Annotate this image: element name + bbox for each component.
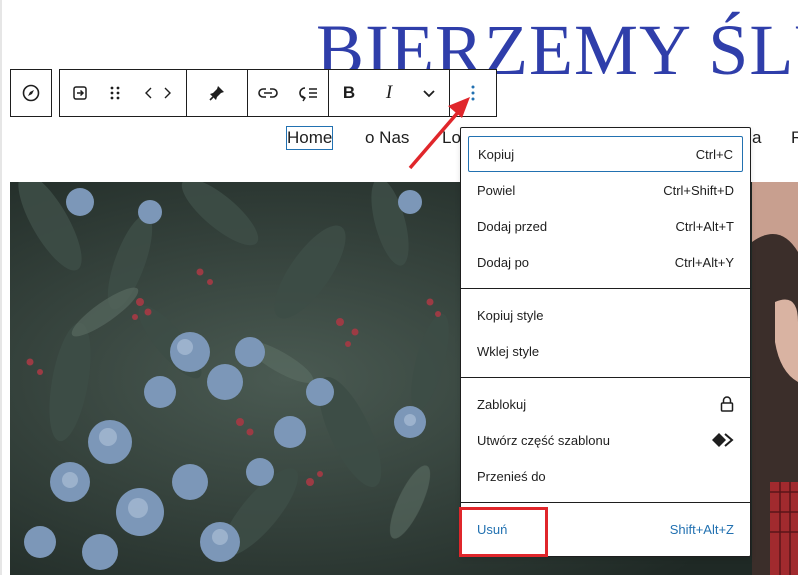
toolbar-group-links xyxy=(247,69,329,117)
pin-button[interactable] xyxy=(187,70,247,116)
menu-item-kopiuj[interactable]: Kopiuj Ctrl+C xyxy=(468,136,743,172)
move-buttons[interactable] xyxy=(130,70,186,116)
compass-button[interactable] xyxy=(11,70,51,116)
options-button[interactable] xyxy=(450,70,496,116)
drag-handle-icon xyxy=(110,86,120,100)
link-button[interactable] xyxy=(248,70,288,116)
menu-item-utworz-czesc-szablonu[interactable]: Utwórz część szablonu xyxy=(468,422,743,458)
menu-item-label: Usuń xyxy=(477,521,508,537)
toolbar-group-style xyxy=(186,69,248,117)
menu-section-delete: Usuń Shift+Alt+Z xyxy=(461,503,750,555)
toolbar-group-format: B I xyxy=(328,69,450,117)
menu-item-wklej-style[interactable]: Wklej style xyxy=(468,333,743,369)
move-arrows-icon xyxy=(145,87,171,99)
menu-item-label: Kopiuj style xyxy=(477,307,544,323)
menu-item-dodaj-po[interactable]: Dodaj po Ctrl+Alt+Y xyxy=(468,244,743,280)
menu-item-label: Wklej style xyxy=(477,343,540,359)
nav-item-home[interactable]: Home xyxy=(286,126,333,150)
compass-icon xyxy=(22,84,40,102)
menu-item-shortcut: Ctrl+C xyxy=(695,146,733,162)
page-edge xyxy=(0,0,2,575)
menu-item-shortcut: Shift+Alt+Z xyxy=(669,521,734,537)
menu-item-usun[interactable]: Usuń Shift+Alt+Z xyxy=(468,511,743,547)
menu-item-dodaj-przed[interactable]: Dodaj przed Ctrl+Alt+T xyxy=(468,208,743,244)
menu-section-organize: Zablokuj Utwórz część szablonu Przenieś … xyxy=(461,378,750,503)
menu-item-zablokuj[interactable]: Zablokuj xyxy=(468,386,743,422)
nav-item-o-nas[interactable]: o Nas xyxy=(365,126,409,150)
menu-section-styles: Kopiuj style Wklej style xyxy=(461,289,750,378)
drag-handle-button[interactable] xyxy=(100,70,130,116)
menu-item-label: Przenieś do xyxy=(477,468,546,484)
template-part-icon xyxy=(712,433,734,447)
toolbar-group-options xyxy=(449,69,497,117)
menu-item-label: Zablokuj xyxy=(477,396,527,412)
menu-item-shortcut: Ctrl+Shift+D xyxy=(663,182,734,198)
menu-section-clipboard: Kopiuj Ctrl+C Powiel Ctrl+Shift+D Dodaj … xyxy=(461,128,750,289)
more-options-icon xyxy=(471,85,475,101)
nav-item-r[interactable]: R xyxy=(791,126,798,150)
menu-item-label: Dodaj przed xyxy=(477,218,548,234)
block-options-menu: Kopiuj Ctrl+C Powiel Ctrl+Shift+D Dodaj … xyxy=(460,127,751,557)
chevron-down-icon xyxy=(423,90,435,98)
bold-button[interactable]: B xyxy=(329,70,369,116)
toolbar-group-navigation xyxy=(10,69,52,117)
menu-item-label: Kopiuj xyxy=(478,146,515,162)
italic-button[interactable]: I xyxy=(369,70,409,116)
lock-icon xyxy=(720,396,734,412)
link-icon xyxy=(258,88,278,98)
select-parent-button[interactable] xyxy=(60,70,100,116)
more-formats-button[interactable] xyxy=(409,70,449,116)
menu-item-powiel[interactable]: Powiel Ctrl+Shift+D xyxy=(468,172,743,208)
submenu-button[interactable] xyxy=(288,70,328,116)
select-parent-icon xyxy=(73,86,87,100)
submenu-icon xyxy=(299,87,317,102)
nav-item-a[interactable]: a xyxy=(752,126,761,150)
pin-icon xyxy=(209,86,224,101)
menu-item-shortcut: Ctrl+Alt+Y xyxy=(674,254,734,270)
menu-item-label: Dodaj po xyxy=(477,254,530,270)
italic-icon: I xyxy=(385,82,393,103)
menu-item-shortcut: Ctrl+Alt+T xyxy=(675,218,734,234)
menu-item-kopiuj-style[interactable]: Kopiuj style xyxy=(468,297,743,333)
menu-item-przenies-do[interactable]: Przenieś do xyxy=(468,458,743,494)
bold-icon: B xyxy=(342,83,356,102)
nav-item-lo[interactable]: Lo xyxy=(442,126,462,150)
toolbar-group-block xyxy=(59,69,187,117)
menu-item-label: Utwórz część szablonu xyxy=(477,432,610,448)
menu-item-label: Powiel xyxy=(477,182,516,198)
block-toolbar: B I xyxy=(10,69,497,117)
